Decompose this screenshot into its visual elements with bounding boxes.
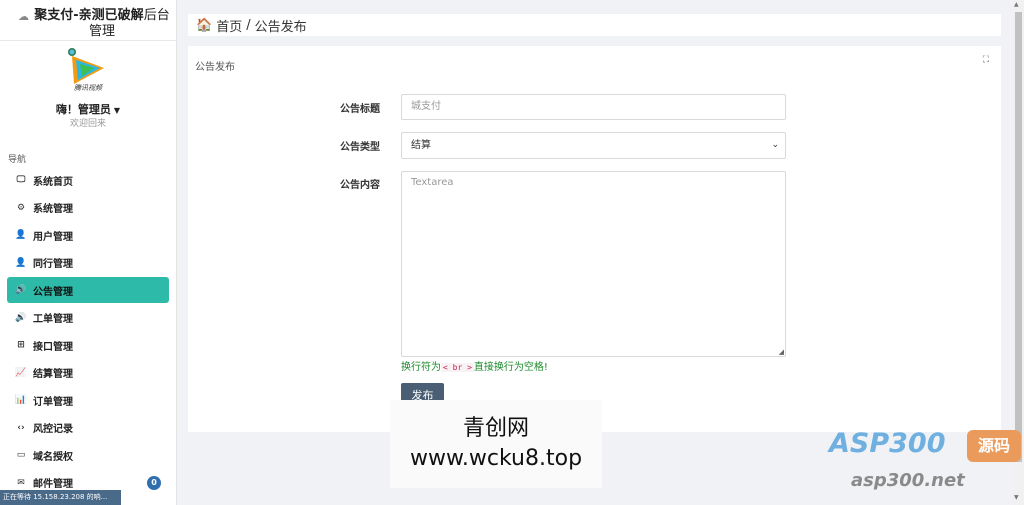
sidebar-item[interactable]: 🔊 工单管理 [7,305,169,331]
bar-chart-icon: 📊 [15,395,27,405]
panel-title: 公告发布 [195,62,235,73]
brand: ☁ 聚支付-亲测已破解后台管理 [0,0,176,41]
app-title: 聚支付-亲测已破解后台管理 [34,8,170,39]
area-chart-icon: 📈 [15,367,27,378]
line-break-hint: 换行符为 < br > 直接换行为空格! [401,362,548,373]
status-bar: 正在等待 15.158.23.208 的响... [0,490,121,505]
user-menu[interactable]: 嗨！管理员 ▼ [0,101,176,117]
chevron-down-icon: ⌄ [771,140,779,150]
title-label: 公告标题 [340,104,380,115]
content-placeholder: Textarea [411,177,454,188]
breadcrumb-current: 公告发布 [254,19,307,35]
sidebar-item[interactable]: 🖵 系统首页 [7,167,169,193]
logo-bottom: asp300.net [851,470,965,491]
sidebar-item[interactable]: 🔊 公告管理 [7,277,169,303]
content-textarea[interactable]: Textarea ◢ [401,171,786,357]
sidebar-item[interactable]: 📊 订单管理 [7,387,169,413]
sidebar-item[interactable]: ‹› 风控记录 [7,415,169,441]
content-label: 公告内容 [340,180,380,191]
watermark-line2: www.wcku8.top [409,446,583,471]
type-select[interactable]: 结算 ⌄ [401,132,786,159]
cloud-icon: ☁ [18,10,29,23]
sidebar-item-label: 邮件管理 [33,479,73,490]
sidebar-item-label: 同行管理 [33,259,73,270]
sidebar-item-label: 系统首页 [33,176,73,188]
breadcrumb-home[interactable]: 首页 [216,16,242,35]
home-icon: 🏠 [196,17,213,33]
sidebar-item-label: 工单管理 [33,314,73,325]
title-input[interactable]: 城支付 [401,94,786,120]
sidebar-item-label: 域名授权 [33,451,73,463]
avatar: 腾讯视频 [68,48,104,92]
volume-icon: 🔊 [15,285,27,295]
type-label: 公告类型 [340,142,380,153]
sidebar-item[interactable]: ⚙ 系统管理 [7,195,169,221]
caret-down-icon: ▼ [113,106,121,115]
sitemap-icon: ⊞ [17,340,25,350]
sidebar-item[interactable]: 📈 结算管理 [7,360,169,386]
sidebar-item[interactable]: ⊞ 接口管理 [7,332,169,358]
sidebar-item-label: 接口管理 [33,341,73,353]
sidebar-menu: 🖵 系统首页 ⚙ 系统管理 👤 用户管理 👤 同行管理 🔊 公告管理 🔊 工单管理 ⊞ 接口管理 📈 结算管理… [7,167,169,497]
sidebar-item[interactable]: 👤 用户管理 [7,222,169,248]
watermark-line1: 青创网 [462,416,529,441]
sidebar-item-label: 用户管理 [33,231,73,243]
mail-count-badge: 0 [147,475,161,490]
sidebar-item-label: 订单管理 [33,396,73,408]
gears-icon: ⚙ [16,202,26,213]
code-icon: ‹› [17,422,25,433]
envelope-icon: ✉ [17,477,25,488]
user-icon: 👤 [15,257,27,268]
breadcrumb-separator: / [246,17,251,33]
credit-card-icon: ▭ [16,450,26,460]
logo-box: 源码 [967,430,1021,462]
watermark: 青创网 www.wcku8.top [390,400,602,488]
sidebar-item-label: 风控记录 [33,424,73,435]
hint-code: < br > [441,363,474,372]
expand-icon[interactable]: ⛶ [983,55,989,65]
nav-heading: 导航 [8,155,27,165]
sidebar-item[interactable]: 👤 同行管理 [7,250,169,276]
volume-icon: 🔊 [15,312,27,323]
breadcrumb: 🏠 首页 / 公告发布 [188,14,1001,36]
resize-grip-icon[interactable]: ◢ [779,348,784,356]
welcome-text: 欢迎回来 [69,119,106,129]
sidebar-item-label: 系统管理 [33,204,73,215]
type-select-value: 结算 [411,140,431,151]
sidebar-item-label: 公告管理 [33,286,73,298]
svg-text:腾讯视频: 腾讯视频 [74,84,104,92]
asp300-logo: ASP300 源码 asp300.net [829,428,1024,500]
sidebar: ☁ 聚支付-亲测已破解后台管理 腾讯视频 嗨！管理员 ▼ 欢迎回来 导航 🖵 系统首… [0,0,177,505]
announcement-panel: 公告发布 ⛶ 公告标题 城支付 公告类型 结算 ⌄ 公告内容 Textarea … [188,46,1001,432]
monitor-icon: 🖵 [16,175,26,185]
sidebar-item[interactable]: ▭ 域名授权 [7,442,169,468]
scrollbar-thumb[interactable] [1015,12,1022,462]
logo-top: ASP300 [829,428,946,459]
user-icon: 👤 [15,230,27,240]
sidebar-item-label: 结算管理 [33,369,73,380]
scroll-up-icon[interactable]: ▲ [1014,1,1019,8]
